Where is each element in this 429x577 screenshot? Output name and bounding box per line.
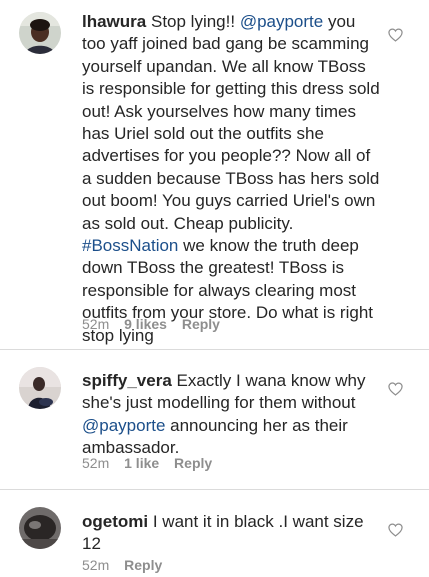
- comment-spiffy-vera: spiffy_vera Exactly I wana know why she'…: [0, 350, 429, 485]
- comment-text-part: you too yaff joined bad gang be scamming…: [82, 12, 380, 233]
- heart-outline-icon[interactable]: [388, 382, 403, 396]
- comment-text-part: Stop lying!!: [150, 12, 240, 31]
- likes-count[interactable]: 1 like: [124, 455, 159, 471]
- heart-outline-icon[interactable]: [388, 28, 403, 42]
- reply-button[interactable]: Reply: [174, 455, 212, 471]
- avatar-photo: [19, 367, 61, 409]
- comment-meta: 52m Reply: [82, 557, 173, 573]
- comment-text: spiffy_vera Exactly I wana know why she'…: [82, 370, 380, 460]
- hashtag-link[interactable]: #BossNation: [82, 236, 178, 255]
- comment-time: 52m: [82, 557, 110, 573]
- avatar[interactable]: [19, 12, 61, 54]
- comment-username[interactable]: spiffy_vera: [82, 371, 172, 390]
- comment-username[interactable]: ogetomi: [82, 512, 148, 531]
- avatar[interactable]: [19, 367, 61, 409]
- comment-time: 52m: [82, 316, 110, 332]
- heart-outline-icon[interactable]: [388, 523, 403, 537]
- reply-button[interactable]: Reply: [124, 557, 162, 573]
- mention-link[interactable]: @payporte: [240, 12, 323, 31]
- comment-meta: 52m 1 like Reply: [82, 455, 223, 471]
- comment-text: lhawura Stop lying!! @payporte you too y…: [82, 11, 380, 347]
- reply-button[interactable]: Reply: [182, 316, 220, 332]
- comment-meta: 52m 9 likes Reply: [82, 316, 231, 332]
- comment-text: ogetomi I want it in black .I want size …: [82, 511, 380, 556]
- avatar-photo: [19, 12, 61, 54]
- comment-username[interactable]: lhawura: [82, 12, 146, 31]
- comment-body: Stop lying!! @payporte you too yaff join…: [82, 12, 380, 345]
- comment-lhawura: lhawura Stop lying!! @payporte you too y…: [0, 0, 429, 345]
- avatar-photo: [19, 507, 61, 549]
- mention-link[interactable]: @payporte: [82, 416, 165, 435]
- comment-time: 52m: [82, 455, 110, 471]
- likes-count[interactable]: 9 likes: [124, 316, 167, 332]
- comment-ogetomi: ogetomi I want it in black .I want size …: [0, 490, 429, 577]
- avatar[interactable]: [19, 507, 61, 549]
